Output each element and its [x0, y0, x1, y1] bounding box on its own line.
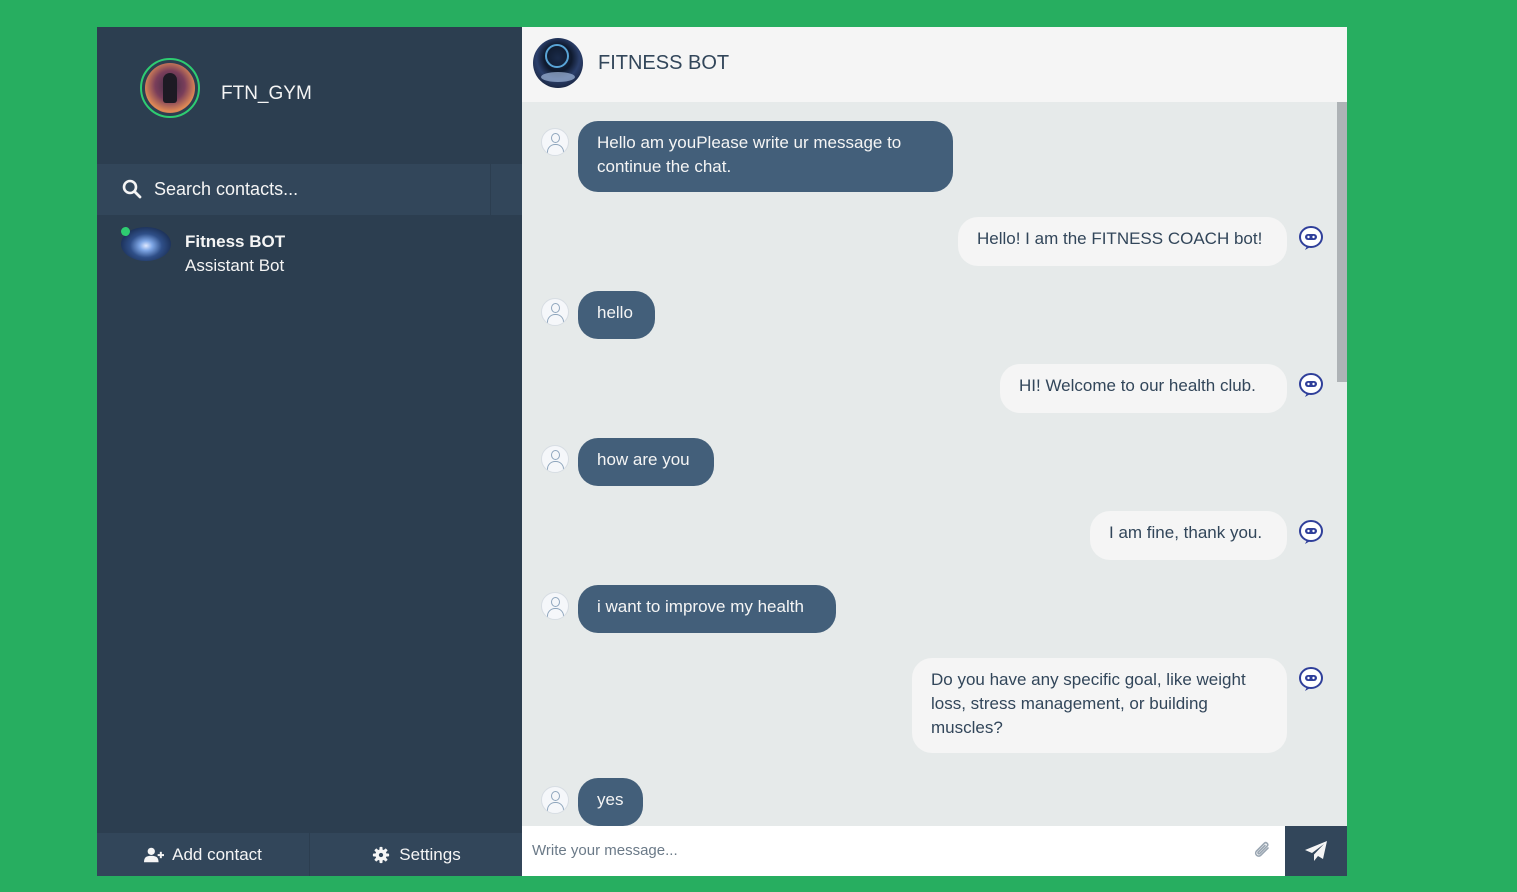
message-bubble: hello	[578, 291, 655, 339]
paperclip-icon[interactable]	[1252, 839, 1274, 863]
message-bubble: Hello! I am the FITNESS COACH bot!	[958, 217, 1287, 266]
send-button[interactable]	[1285, 826, 1347, 876]
bot-icon	[1299, 667, 1323, 691]
gear-icon	[373, 846, 390, 863]
user-avatar	[541, 445, 569, 473]
message-list: Hello am youPlease write ur message to c…	[522, 102, 1337, 826]
user-avatar	[541, 592, 569, 620]
settings-label: Settings	[399, 844, 461, 864]
bot-icon	[1299, 226, 1323, 250]
user-avatar	[541, 128, 569, 156]
chat-panel: FITNESS BOT Hello am youPlease write ur …	[522, 27, 1347, 876]
profile-avatar[interactable]	[140, 58, 200, 118]
online-status-indicator	[121, 227, 130, 236]
messages-scrollbar[interactable]	[1337, 102, 1347, 826]
user-avatar	[541, 786, 569, 814]
search-input[interactable]	[154, 174, 474, 204]
chat-header: FITNESS BOT	[522, 27, 1347, 102]
search-icon	[122, 179, 142, 199]
contact-preview: Assistant Bot	[185, 256, 285, 275]
message-bubble: i want to improve my health	[578, 585, 836, 633]
message-input-bar	[522, 826, 1347, 876]
message-bubble: Hello am youPlease write ur message to c…	[578, 121, 953, 192]
search-divider	[490, 164, 491, 215]
user-plus-icon	[144, 847, 165, 862]
profile-name: FTN_GYM	[221, 83, 312, 104]
message-bubble: HI! Welcome to our health club.	[1000, 364, 1287, 413]
user-profile: FTN_GYM	[97, 27, 522, 164]
sidebar-bottom-bar: Add contact Settings	[97, 833, 522, 876]
chat-title: FITNESS BOT	[598, 52, 730, 74]
settings-button[interactable]: Settings	[310, 833, 522, 876]
search-bar	[97, 164, 522, 215]
user-avatar	[541, 298, 569, 326]
bot-icon	[1299, 520, 1323, 544]
scrollbar-thumb[interactable]	[1337, 102, 1347, 382]
message-input[interactable]	[530, 826, 1234, 874]
sidebar: FTN_GYM Fitness BOT Assistant Bot	[97, 27, 522, 876]
contact-item-fitness-bot[interactable]: Fitness BOT Assistant Bot	[97, 215, 522, 281]
message-bubble: yes	[578, 778, 643, 826]
bot-avatar	[533, 38, 583, 88]
paper-plane-icon	[1305, 841, 1327, 861]
message-bubble: Do you have any specific goal, like weig…	[912, 658, 1287, 753]
message-bubble: how are you	[578, 438, 714, 486]
message-bubble: I am fine, thank you.	[1090, 511, 1287, 560]
add-contact-button[interactable]: Add contact	[97, 833, 309, 876]
add-contact-label: Add contact	[172, 844, 262, 864]
bot-icon	[1299, 373, 1323, 397]
contact-name: Fitness BOT	[185, 232, 286, 251]
chat-app-window: FTN_GYM Fitness BOT Assistant Bot	[97, 27, 1347, 876]
contact-list: Fitness BOT Assistant Bot	[97, 215, 522, 281]
